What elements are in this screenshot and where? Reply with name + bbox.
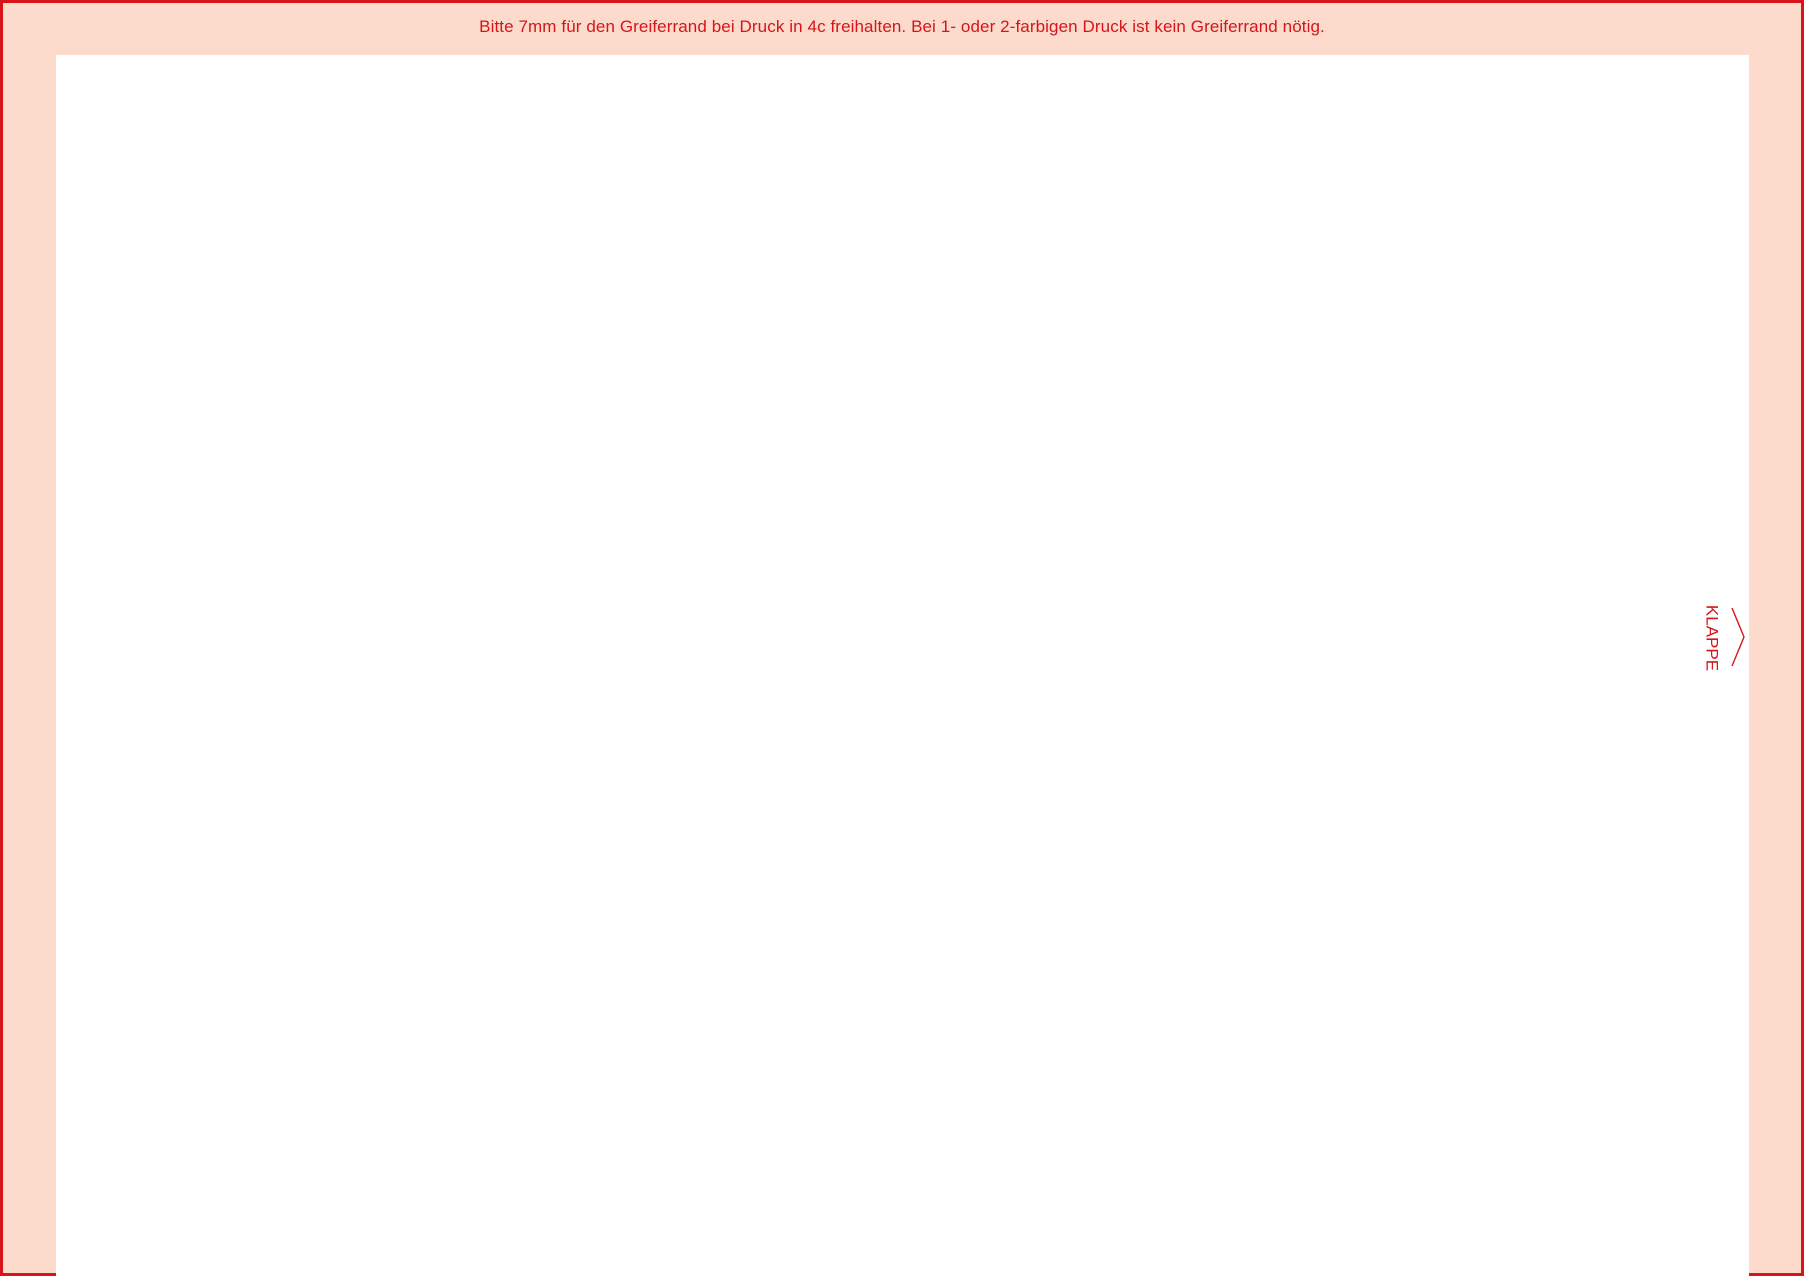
flap-label: KLAPPE bbox=[1702, 604, 1722, 672]
print-template-sheet: Bitte 7mm für den Greiferrand bei Druck … bbox=[0, 0, 1804, 1276]
print-area bbox=[56, 55, 1749, 1276]
gripper-margin-note: Bitte 7mm für den Greiferrand bei Druck … bbox=[479, 17, 1325, 36]
chevron-right-icon bbox=[1731, 607, 1745, 667]
